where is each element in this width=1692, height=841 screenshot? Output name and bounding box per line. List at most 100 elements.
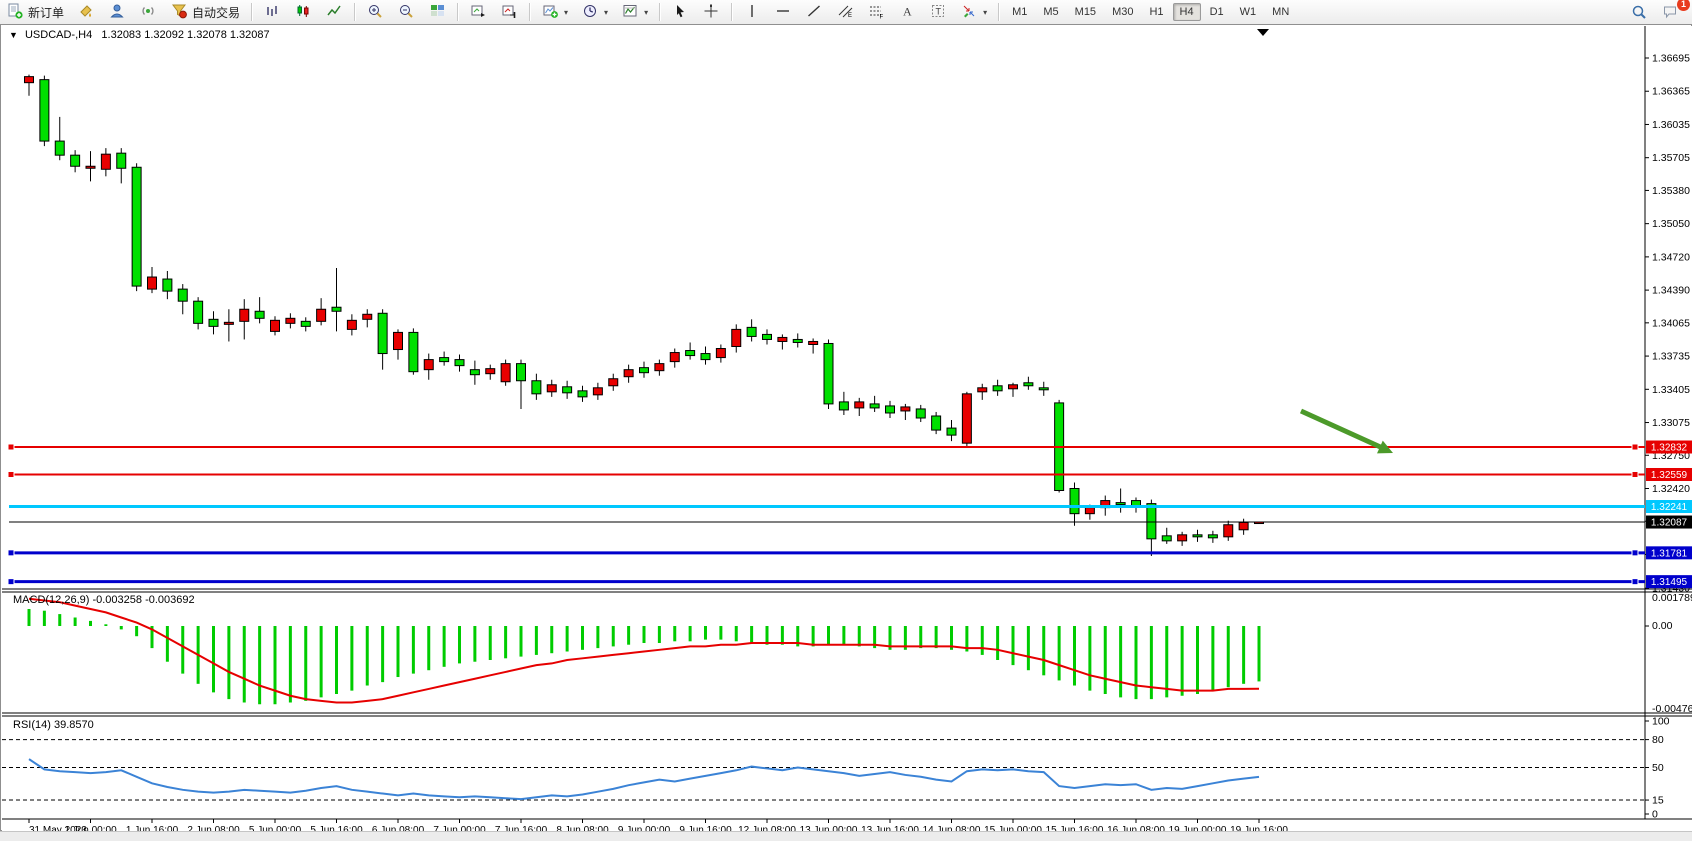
timeframe-button-d1[interactable]: D1 bbox=[1203, 3, 1231, 21]
candle-body bbox=[55, 141, 64, 155]
candle-body bbox=[532, 381, 541, 394]
bar-chart-mode-button[interactable] bbox=[258, 0, 287, 25]
notifications-button[interactable]: 1 bbox=[1656, 1, 1685, 23]
chart-window[interactable]: ▼ USDCAD-,H4 1.32083 1.32092 1.32078 1.3… bbox=[0, 24, 1692, 831]
macd-axis-label: 0.001789 bbox=[1652, 592, 1692, 604]
timeframe-button-m5[interactable]: M5 bbox=[1036, 3, 1065, 21]
candle-body bbox=[1024, 383, 1033, 386]
chart-title: ▼ USDCAD-,H4 1.32083 1.32092 1.32078 1.3… bbox=[9, 29, 270, 41]
line-chart-mode-button[interactable] bbox=[320, 0, 349, 25]
tile-windows-button[interactable] bbox=[423, 0, 452, 25]
main-toolbar: 新订单 自动交易 ▾ ▾ ▾ E FAT ▾ M1M5M15M30H1H4D1W1MN 1 bbox=[0, 0, 1692, 25]
toolbar-group bbox=[257, 0, 350, 24]
horizontal-line-button[interactable] bbox=[769, 0, 798, 25]
status-strip bbox=[0, 831, 1692, 841]
search-button[interactable] bbox=[1625, 1, 1654, 23]
chart-background bbox=[2, 26, 1692, 831]
svg-text:E: E bbox=[848, 13, 852, 19]
crosshair-button[interactable] bbox=[697, 0, 726, 25]
toolbar-separator bbox=[998, 3, 1000, 21]
zoom-in-button[interactable] bbox=[361, 0, 390, 25]
candle-body bbox=[593, 388, 602, 395]
rsi-axis-label: 0 bbox=[1652, 809, 1658, 821]
chart-forward-button[interactable] bbox=[464, 0, 493, 25]
chart-end-button[interactable] bbox=[495, 0, 524, 25]
chart-canvas[interactable]: 1.366951.363651.360351.357051.353801.350… bbox=[1, 25, 1692, 832]
candle-body bbox=[240, 309, 249, 321]
candle-body bbox=[947, 428, 956, 435]
channel-button[interactable]: E bbox=[831, 0, 860, 25]
template-button[interactable]: ▾ bbox=[616, 0, 654, 25]
person-icon bbox=[109, 3, 126, 22]
candle-body bbox=[763, 334, 772, 339]
candle-chart-mode-button[interactable] bbox=[289, 0, 318, 25]
hline-icon bbox=[775, 3, 792, 22]
trendline-button[interactable] bbox=[800, 0, 829, 25]
timeframe-button-m30[interactable]: M30 bbox=[1105, 3, 1140, 21]
autotrade-button[interactable]: 自动交易 bbox=[165, 0, 246, 25]
paint-icon bbox=[78, 3, 95, 22]
period-button[interactable]: ▾ bbox=[576, 0, 614, 25]
hline-handle[interactable] bbox=[8, 550, 14, 556]
new-order-button[interactable]: 新订单 bbox=[1, 0, 70, 25]
timeframe-button-h1[interactable]: H1 bbox=[1142, 3, 1170, 21]
candle-body bbox=[824, 343, 833, 403]
chevron-down-icon[interactable]: ▾ bbox=[983, 8, 987, 17]
profile-button[interactable] bbox=[103, 0, 132, 25]
hline-handle[interactable] bbox=[8, 471, 14, 477]
hline-handle[interactable] bbox=[1632, 579, 1638, 585]
price-badge-label: 1.32241 bbox=[1651, 502, 1688, 513]
signal-button[interactable] bbox=[134, 0, 163, 25]
timeframe-button-h4[interactable]: H4 bbox=[1173, 3, 1201, 21]
vline-icon bbox=[744, 3, 761, 22]
toolbar-separator bbox=[457, 3, 459, 21]
toolbar-separator bbox=[529, 3, 531, 21]
timeframe-button-m15[interactable]: M15 bbox=[1068, 3, 1103, 21]
hline-handle[interactable] bbox=[8, 444, 14, 450]
cursor-button[interactable] bbox=[666, 0, 695, 25]
price-badge-label: 1.32087 bbox=[1651, 518, 1688, 529]
timeframe-button-m1[interactable]: M1 bbox=[1005, 3, 1034, 21]
chevron-down-icon[interactable]: ▾ bbox=[564, 8, 568, 17]
candle-body bbox=[286, 318, 295, 323]
vertical-line-button[interactable] bbox=[738, 0, 767, 25]
hline-handle[interactable] bbox=[1632, 550, 1638, 556]
timeframe-button-mn[interactable]: MN bbox=[1265, 3, 1296, 21]
label-button[interactable]: T bbox=[924, 0, 953, 25]
fibo-icon: F bbox=[868, 3, 885, 22]
candle-body bbox=[255, 311, 264, 318]
price-badge-label: 1.31495 bbox=[1651, 577, 1688, 588]
hline-handle[interactable] bbox=[1632, 444, 1638, 450]
new-order-button-label: 新订单 bbox=[28, 4, 64, 21]
candle-body bbox=[901, 407, 910, 411]
candle-body bbox=[394, 332, 403, 349]
candle-body bbox=[117, 153, 126, 168]
candle-body bbox=[424, 360, 433, 370]
price-badge-label: 1.32832 bbox=[1651, 443, 1688, 454]
deposit-button[interactable] bbox=[72, 0, 101, 25]
fibonacci-button[interactable]: F bbox=[862, 0, 891, 25]
hline-handle[interactable] bbox=[8, 579, 14, 585]
chevron-down-icon[interactable]: ▾ bbox=[644, 8, 648, 17]
toolbar-separator bbox=[731, 3, 733, 21]
price-tick-label: 1.34065 bbox=[1652, 317, 1690, 329]
arrows-button[interactable]: ▾ bbox=[955, 0, 993, 25]
text-button[interactable]: A bbox=[893, 0, 922, 25]
linechart-icon bbox=[326, 3, 343, 22]
chevron-down-icon[interactable]: ▾ bbox=[604, 8, 608, 17]
candle-body bbox=[855, 402, 864, 408]
candle-body bbox=[1162, 536, 1171, 541]
rsi-axis-label: 15 bbox=[1652, 795, 1664, 807]
candle-body bbox=[317, 309, 326, 321]
candle-body bbox=[71, 155, 80, 166]
hline-handle[interactable] bbox=[1632, 471, 1638, 477]
candle-body bbox=[962, 394, 971, 443]
candle-body bbox=[486, 369, 495, 374]
candle-body bbox=[578, 391, 587, 397]
price-tick-label: 1.36035 bbox=[1652, 119, 1690, 131]
chevron-down-icon[interactable]: ▼ bbox=[9, 30, 18, 40]
timeframe-button-w1[interactable]: W1 bbox=[1233, 3, 1264, 21]
add-indicator-button[interactable]: ▾ bbox=[536, 0, 574, 25]
zoom-out-button[interactable] bbox=[392, 0, 421, 25]
candle-body bbox=[501, 364, 510, 382]
